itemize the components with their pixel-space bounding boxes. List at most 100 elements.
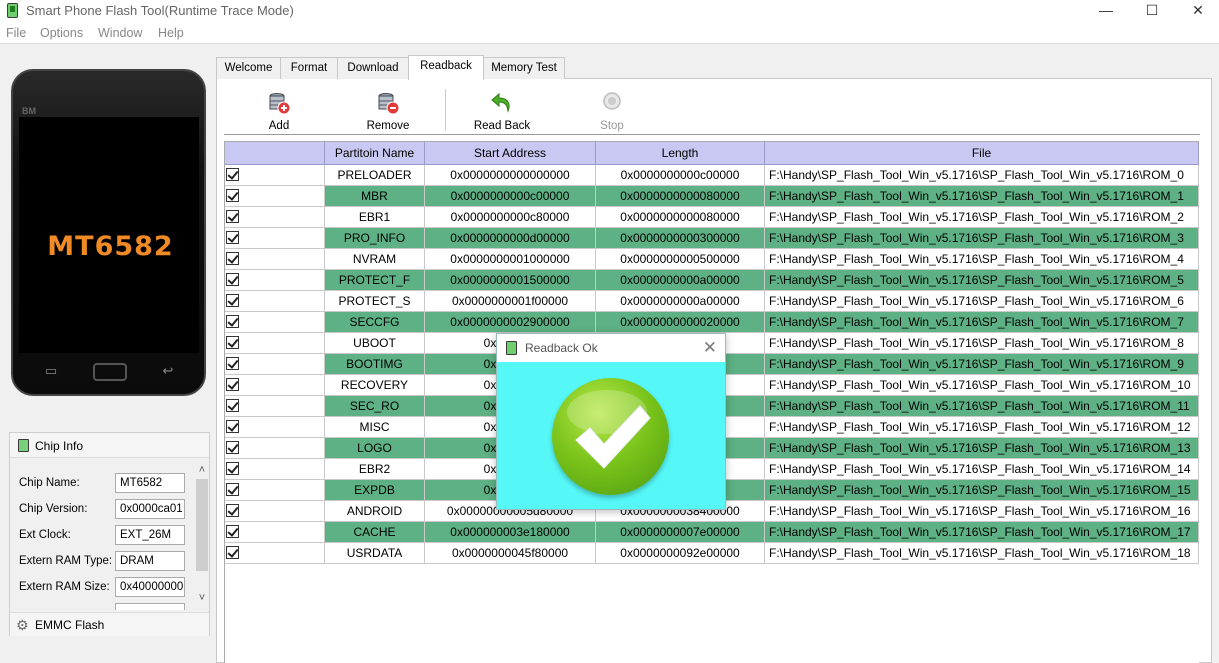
emmc-flash-header[interactable]: ⚙ EMMC Flash xyxy=(10,612,209,636)
length-cell: 0x0000000000300000 xyxy=(596,228,765,249)
tab-download[interactable]: Download xyxy=(337,57,409,79)
start-address-cell: 0x0000000045f80000 xyxy=(425,543,596,564)
stop-icon xyxy=(600,91,624,115)
partition-name-cell: CACHE xyxy=(325,522,425,543)
start-address-cell: 0x000000003e180000 xyxy=(425,522,596,543)
partition-name-cell: PROTECT_F xyxy=(325,270,425,291)
readback-toolbar: Add Remove Read Back Stop xyxy=(224,85,1200,135)
length-cell: 0x0000000000020000 xyxy=(596,312,765,333)
column-header-start-address[interactable]: Start Address xyxy=(425,142,596,165)
start-address-cell: 0x0000000000000000 xyxy=(425,165,596,186)
stop-button[interactable]: Stop xyxy=(572,91,652,132)
remove-button[interactable]: Remove xyxy=(348,91,428,132)
tab-readback[interactable]: Readback xyxy=(408,55,484,80)
maximize-button[interactable]: ☐ xyxy=(1129,0,1175,22)
chip-info-header[interactable]: Chip Info xyxy=(10,433,209,458)
read-back-button[interactable]: Read Back xyxy=(462,91,542,132)
start-address-cell: 0x0000000001500000 xyxy=(425,270,596,291)
read-back-label: Read Back xyxy=(473,120,531,132)
row-checkbox[interactable] xyxy=(226,336,239,349)
scroll-down-icon[interactable]: ˅ xyxy=(195,591,209,605)
column-header-partition-name[interactable]: Partitoin Name xyxy=(325,142,425,165)
menu-help[interactable]: Help xyxy=(158,26,184,40)
select-cell xyxy=(225,249,325,270)
row-checkbox[interactable] xyxy=(226,315,239,328)
select-cell xyxy=(225,291,325,312)
partition-name-cell: BOOTIMG xyxy=(325,354,425,375)
row-checkbox[interactable] xyxy=(226,294,239,307)
ext-clock-label: Ext Clock: xyxy=(19,529,71,541)
row-checkbox[interactable] xyxy=(226,525,239,538)
chip-info-scrollbar[interactable]: ˄ ˅ xyxy=(195,463,209,605)
dialog-close-button[interactable]: ✕ xyxy=(703,338,717,358)
row-checkbox[interactable] xyxy=(226,546,239,559)
file-path-cell: F:\Handy\SP_Flash_Tool_Win_v5.1716\SP_Fl… xyxy=(765,249,1199,270)
select-cell xyxy=(225,501,325,522)
table-row[interactable]: EBR1 0x0000000000c80000 0x0000000000080000… xyxy=(225,207,1199,228)
row-checkbox[interactable] xyxy=(226,462,239,475)
row-checkbox[interactable] xyxy=(226,357,239,370)
select-cell xyxy=(225,417,325,438)
table-row[interactable]: PRELOADER 0x0000000000000000 0x0000000000c… xyxy=(225,165,1199,186)
ram-type-label: Extern RAM Type: xyxy=(19,555,113,567)
add-button[interactable]: Add xyxy=(239,91,319,132)
table-row[interactable]: NVRAM 0x0000000001000000 0x000000000050000… xyxy=(225,249,1199,270)
table-row[interactable]: USRDATA 0x0000000045f80000 0x0000000092e00… xyxy=(225,543,1199,564)
row-checkbox[interactable] xyxy=(226,273,239,286)
partition-name-cell: MISC xyxy=(325,417,425,438)
table-row[interactable]: MBR 0x0000000000c00000 0x0000000000080000 F… xyxy=(225,186,1199,207)
length-cell: 0x0000000000500000 xyxy=(596,249,765,270)
minimize-button[interactable]: — xyxy=(1083,0,1129,22)
select-cell xyxy=(225,186,325,207)
dialog-app-icon xyxy=(506,341,517,355)
partition-name-cell: PROTECT_S xyxy=(325,291,425,312)
partition-name-cell: SECCFG xyxy=(325,312,425,333)
select-cell xyxy=(225,396,325,417)
column-header-length[interactable]: Length xyxy=(596,142,765,165)
chip-icon xyxy=(18,439,29,452)
row-checkbox[interactable] xyxy=(226,378,239,391)
ram-type-value: DRAM xyxy=(115,551,185,571)
scroll-up-icon[interactable]: ˄ xyxy=(195,463,209,477)
tab-memory-test[interactable]: Memory Test xyxy=(483,57,565,79)
tab-format[interactable]: Format xyxy=(280,57,338,79)
chip-version-value: 0x0000ca01 xyxy=(115,499,185,519)
start-address-cell: 0x0000000002900000 xyxy=(425,312,596,333)
column-header-file[interactable]: File xyxy=(765,142,1199,165)
close-button[interactable]: ✕ xyxy=(1175,0,1219,22)
select-cell xyxy=(225,522,325,543)
file-path-cell: F:\Handy\SP_Flash_Tool_Win_v5.1716\SP_Fl… xyxy=(765,228,1199,249)
row-checkbox[interactable] xyxy=(226,420,239,433)
tab-welcome[interactable]: Welcome xyxy=(216,57,281,79)
menu-window[interactable]: Window xyxy=(98,26,142,40)
length-cell: 0x0000000000c00000 xyxy=(596,165,765,186)
row-checkbox[interactable] xyxy=(226,231,239,244)
stop-label: Stop xyxy=(600,120,624,132)
table-row[interactable]: PROTECT_S 0x0000000001f00000 0x0000000000a… xyxy=(225,291,1199,312)
title-bar: Smart Phone Flash Tool(Runtime Trace Mod… xyxy=(0,0,1219,22)
row-checkbox[interactable] xyxy=(226,504,239,517)
table-row[interactable]: CACHE 0x000000003e180000 0x0000000007e0000… xyxy=(225,522,1199,543)
partition-name-cell: UBOOT xyxy=(325,333,425,354)
table-row[interactable]: SECCFG 0x0000000002900000 0x00000000000200… xyxy=(225,312,1199,333)
row-checkbox[interactable] xyxy=(226,189,239,202)
table-row[interactable]: PRO_INFO 0x0000000000d00000 0x000000000030… xyxy=(225,228,1199,249)
ram-size-value: 0x40000000 xyxy=(115,577,185,597)
partition-name-cell: LOGO xyxy=(325,438,425,459)
column-header-select[interactable] xyxy=(225,142,325,165)
read-back-arrow-icon xyxy=(490,91,514,115)
menu-file[interactable]: File xyxy=(6,26,26,40)
scroll-thumb[interactable] xyxy=(196,479,208,571)
table-row[interactable]: PROTECT_F 0x0000000001500000 0x0000000000a… xyxy=(225,270,1199,291)
row-checkbox[interactable] xyxy=(226,168,239,181)
row-checkbox[interactable] xyxy=(226,210,239,223)
chip-info-title: Chip Info xyxy=(35,439,84,453)
row-checkbox[interactable] xyxy=(226,441,239,454)
row-checkbox[interactable] xyxy=(226,399,239,412)
menu-options[interactable]: Options xyxy=(40,26,83,40)
home-key-icon xyxy=(93,363,127,381)
row-checkbox[interactable] xyxy=(226,483,239,496)
row-checkbox[interactable] xyxy=(226,252,239,265)
start-address-cell: 0x0000000000c80000 xyxy=(425,207,596,228)
select-cell xyxy=(225,207,325,228)
